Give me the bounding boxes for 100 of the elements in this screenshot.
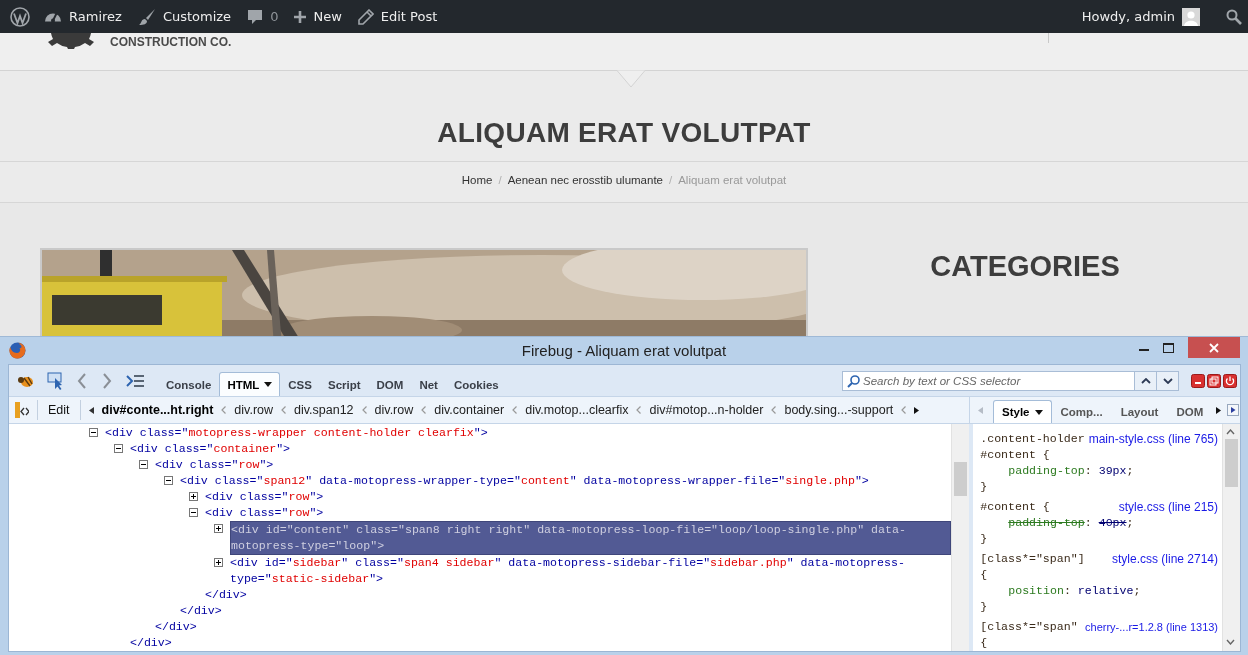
toolbar-link[interactable]: Customize bbox=[129, 0, 240, 33]
toolbar-link[interactable]: New bbox=[286, 0, 350, 33]
css-selector: [class*="span"] bbox=[980, 552, 1085, 565]
account-link[interactable]: Howdy, admin bbox=[1073, 0, 1208, 33]
window-title: Firebug - Aliquam erat volutpat bbox=[521, 342, 727, 359]
chevron-down-icon bbox=[1162, 377, 1173, 384]
toolbar-link[interactable]: Ramirez bbox=[36, 0, 130, 33]
panel-tab[interactable]: Cookies bbox=[445, 372, 507, 396]
back-icon[interactable] bbox=[77, 372, 87, 389]
css-brace: { bbox=[980, 567, 988, 583]
maximize-icon[interactable] bbox=[1163, 342, 1174, 353]
plus-icon bbox=[294, 10, 307, 23]
side-tab[interactable]: Layout bbox=[1111, 400, 1168, 423]
html-line[interactable]: </div> bbox=[139, 619, 197, 635]
html-line[interactable]: <div class="span12" data-motopress-wrapper-type="content" data-motopress-wrapper-file="single.php"> bbox=[180, 473, 952, 489]
path-item[interactable]: div.container bbox=[434, 403, 505, 417]
source-link[interactable]: cherry-...r=1.2.8 (line 1313) bbox=[1085, 619, 1219, 635]
css-declaration[interactable]: padding-top: 40px; bbox=[980, 515, 1134, 531]
breadcrumb-link[interactable]: Aenean nec erosstib ulumante bbox=[507, 174, 663, 186]
gauge-icon bbox=[44, 11, 62, 22]
separator-icon bbox=[281, 406, 287, 414]
detach-icon[interactable] bbox=[1207, 373, 1221, 388]
html-line[interactable]: </div> bbox=[114, 635, 172, 651]
breadcrumb-separator: / bbox=[669, 174, 673, 186]
scroll-up-icon[interactable] bbox=[1226, 429, 1236, 435]
path-item[interactable]: div.row bbox=[234, 403, 274, 417]
collapse-icon[interactable] bbox=[189, 508, 198, 517]
path-item[interactable]: div.motop...clearfix bbox=[525, 403, 629, 417]
expand-icon[interactable] bbox=[214, 558, 223, 567]
avatar-icon bbox=[1182, 7, 1200, 26]
expand-panel-icon[interactable] bbox=[1227, 404, 1240, 416]
html-line[interactable]: <div id="sidebar" class="span4 sidebar" data-motopress-sidebar-file="sidebar.php" data-motopress-type="static-sidebar"> bbox=[230, 555, 952, 587]
separator-icon bbox=[361, 406, 367, 414]
collapse-icon[interactable] bbox=[114, 444, 123, 453]
css-selector: .content-holder #content { bbox=[980, 432, 1085, 461]
html-line[interactable]: <div class="row"> bbox=[155, 457, 952, 473]
html-line[interactable]: </div> bbox=[164, 603, 222, 619]
panel-tab[interactable]: CSS bbox=[280, 372, 320, 396]
forward-icon[interactable] bbox=[102, 372, 112, 389]
path-item[interactable]: div.row bbox=[374, 403, 414, 417]
css-selector: #content { bbox=[980, 500, 1050, 513]
css-declaration[interactable]: position: relative; bbox=[980, 583, 1141, 599]
chevron-up-icon bbox=[1140, 377, 1151, 384]
html-line[interactable]: <div class="row"> bbox=[205, 489, 952, 505]
css-brace: } bbox=[980, 479, 988, 495]
scroll-left-icon[interactable] bbox=[88, 406, 94, 414]
inspect-icon[interactable] bbox=[47, 371, 65, 390]
toolbar-link[interactable]: Edit Post bbox=[349, 0, 446, 33]
path-item[interactable]: div#motop...n-holder bbox=[649, 403, 764, 417]
panel-tab[interactable]: Script bbox=[319, 372, 369, 396]
edit-button[interactable]: Edit bbox=[37, 400, 81, 420]
power-icon[interactable] bbox=[1223, 373, 1237, 388]
sidebar-heading: CATEGORIES bbox=[930, 250, 1120, 283]
source-link[interactable]: style.css (line 215) bbox=[1118, 499, 1219, 515]
logo-text: CONSTRUCTION CO. bbox=[110, 35, 232, 49]
toolbar-link[interactable]: 0 bbox=[239, 0, 287, 33]
close-button[interactable] bbox=[1188, 337, 1240, 358]
separator-icon bbox=[221, 406, 227, 414]
side-tab[interactable]: Style bbox=[993, 400, 1052, 423]
expand-icon[interactable] bbox=[189, 492, 198, 501]
css-brace: { bbox=[980, 635, 988, 651]
expand-icon[interactable] bbox=[214, 524, 223, 533]
markup-icon[interactable] bbox=[15, 402, 29, 418]
command-line-icon[interactable] bbox=[126, 373, 144, 388]
collapse-icon[interactable] bbox=[89, 428, 98, 437]
html-line[interactable]: <div class="row"> bbox=[205, 505, 952, 521]
path-item[interactable]: div.span12 bbox=[294, 403, 354, 417]
html-line[interactable]: <div class="container"> bbox=[130, 441, 952, 457]
css-brace: } bbox=[980, 599, 988, 615]
separator-icon bbox=[636, 406, 642, 414]
scroll-right-icon[interactable] bbox=[914, 406, 920, 414]
scroll-right-icon[interactable] bbox=[1216, 406, 1222, 414]
logo-icon[interactable] bbox=[10, 6, 30, 27]
path-item[interactable]: div#conte...ht.right bbox=[101, 403, 214, 417]
previous-button[interactable] bbox=[1135, 370, 1157, 391]
side-tab[interactable]: Comp... bbox=[1051, 400, 1112, 423]
panel-tab[interactable]: Net bbox=[411, 372, 446, 396]
pencil-icon bbox=[357, 8, 374, 25]
css-declaration[interactable]: padding-top: 39px; bbox=[980, 463, 1134, 479]
search-icon[interactable] bbox=[1226, 8, 1242, 25]
panel-tab[interactable]: Console bbox=[158, 372, 220, 396]
html-line[interactable]: </div> bbox=[189, 587, 247, 603]
minimize-icon[interactable] bbox=[1191, 373, 1205, 388]
path-item[interactable]: body.sing...-support bbox=[784, 403, 894, 417]
comment-icon bbox=[247, 8, 264, 25]
source-link[interactable]: style.css (line 2714) bbox=[1112, 551, 1219, 567]
source-link[interactable]: main-style.css (line 765) bbox=[1088, 431, 1219, 447]
scroll-down-icon[interactable] bbox=[1226, 639, 1236, 645]
html-line[interactable]: <div class="motopress-wrapper content-holder clearfix"> bbox=[105, 425, 952, 441]
panel-tab[interactable]: HTML bbox=[219, 372, 281, 396]
breadcrumb-link[interactable]: Home bbox=[461, 174, 493, 186]
separator-icon bbox=[771, 406, 777, 414]
scrollbar-thumb[interactable] bbox=[954, 462, 968, 496]
panel-tab[interactable]: DOM bbox=[368, 372, 412, 396]
scrollbar-thumb[interactable] bbox=[1225, 439, 1238, 487]
next-button[interactable] bbox=[1157, 370, 1179, 391]
side-tab[interactable]: DOM bbox=[1167, 400, 1213, 423]
search-field[interactable]: Search by text or CSS selector bbox=[842, 370, 1135, 391]
collapse-icon[interactable] bbox=[164, 476, 173, 485]
collapse-icon[interactable] bbox=[139, 460, 148, 469]
